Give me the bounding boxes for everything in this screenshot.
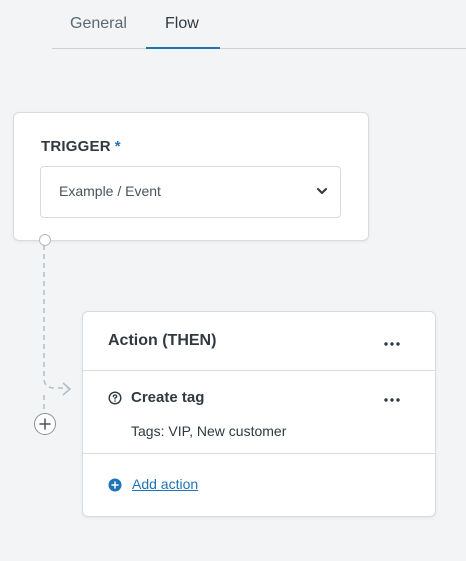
- add-action-link[interactable]: Add action: [132, 476, 198, 492]
- tab-bar-border: [52, 48, 466, 49]
- tab-flow[interactable]: Flow: [165, 15, 199, 33]
- trigger-card: TRIGGER * Example / Event: [13, 112, 369, 241]
- more-horizontal-icon[interactable]: [383, 396, 401, 404]
- trigger-event-value: Example / Event: [59, 183, 161, 199]
- required-indicator: *: [114, 138, 121, 155]
- plus-icon: [39, 418, 51, 430]
- action-divider: [83, 370, 435, 371]
- trigger-event-select[interactable]: Example / Event: [40, 166, 341, 218]
- trigger-connector-node: [39, 234, 51, 246]
- active-tab-indicator: [146, 47, 220, 49]
- tab-bar: General Flow: [52, 0, 466, 50]
- more-horizontal-icon[interactable]: [383, 340, 401, 348]
- action-item-detail: Tags: VIP, New customer: [131, 423, 287, 439]
- help-circle-icon: [108, 391, 122, 405]
- action-item-name: Create tag: [131, 389, 205, 406]
- add-step-button[interactable]: [34, 413, 56, 435]
- action-divider: [83, 453, 435, 454]
- tab-general[interactable]: General: [70, 15, 127, 33]
- trigger-label: TRIGGER *: [41, 138, 121, 155]
- action-block-title: Action (THEN): [108, 332, 217, 349]
- chevron-down-icon: [317, 188, 327, 194]
- plus-circle-icon[interactable]: [108, 478, 122, 492]
- action-card: Action (THEN) Create tag Tags: VIP, New …: [82, 311, 436, 517]
